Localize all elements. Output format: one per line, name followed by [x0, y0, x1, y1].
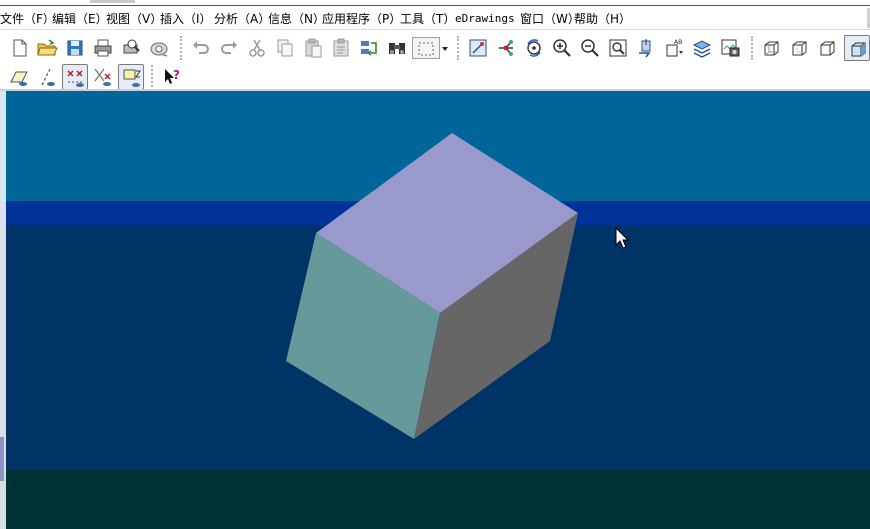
- send-mail-icon[interactable]: [148, 37, 170, 59]
- menu-insert[interactable]: 插入（I）: [160, 11, 212, 27]
- view-name-icon[interactable]: AB: [663, 37, 685, 59]
- plane-filter-icon[interactable]: [8, 66, 30, 88]
- point-filter-eye-icon[interactable]: [62, 64, 88, 90]
- viewport-ground: [0, 470, 870, 529]
- menu-edrawings[interactable]: eDrawings: [455, 11, 515, 27]
- zoom-in-icon[interactable]: [551, 37, 573, 59]
- title-ghost: [90, 0, 135, 3]
- standard-toolbar: AB: [0, 31, 870, 63]
- viewport-side-handle[interactable]: [0, 437, 4, 481]
- redo-icon[interactable]: [218, 37, 240, 59]
- copy-icon[interactable]: [274, 37, 296, 59]
- note-filter-icon[interactable]: [118, 64, 144, 90]
- hidden-lines-view-icon[interactable]: [788, 37, 810, 59]
- intersection-filter-icon[interactable]: [92, 66, 114, 88]
- select-box-icon[interactable]: [412, 37, 440, 59]
- toolbar-separator: [751, 36, 753, 60]
- whats-this-help-icon[interactable]: ?: [162, 66, 184, 88]
- undo-icon[interactable]: [190, 37, 212, 59]
- pan-view-icon[interactable]: [635, 37, 657, 59]
- print-icon[interactable]: [92, 37, 114, 59]
- menu-edit[interactable]: 编辑（E）: [52, 11, 108, 27]
- menu-file[interactable]: 文件（F）: [0, 11, 55, 27]
- menu-view[interactable]: 视图（V）: [106, 11, 162, 27]
- save-icon[interactable]: [64, 37, 86, 59]
- svg-text:?: ?: [173, 68, 180, 82]
- menu-window[interactable]: 窗口（W）: [520, 11, 580, 27]
- menu-application[interactable]: 应用程序（P）: [322, 11, 401, 27]
- shaded-view-icon[interactable]: [844, 35, 870, 61]
- axis-filter-icon[interactable]: [36, 66, 58, 88]
- layers-icon[interactable]: [691, 37, 713, 59]
- new-file-icon[interactable]: [9, 37, 31, 59]
- open-folder-icon[interactable]: [36, 37, 58, 59]
- zoom-window-icon[interactable]: [607, 37, 629, 59]
- menu-information[interactable]: 信息（N）: [268, 11, 325, 27]
- graphics-viewport[interactable]: [0, 91, 870, 529]
- selection-filter-toolbar: ?: [0, 63, 870, 90]
- dropdown-arrow-icon[interactable]: [440, 37, 450, 59]
- menu-help[interactable]: 帮助（H）: [574, 11, 631, 27]
- smart-select-icon[interactable]: [467, 37, 489, 59]
- svg-text:AB: AB: [674, 39, 682, 46]
- print-preview-icon[interactable]: [120, 37, 142, 59]
- cut-icon[interactable]: [246, 37, 268, 59]
- viewport-canvas: [0, 91, 870, 529]
- wireframe-view-icon[interactable]: [760, 37, 782, 59]
- paste-special-icon[interactable]: [330, 37, 352, 59]
- no-hidden-lines-view-icon[interactable]: [816, 37, 838, 59]
- menu-bar: 文件（F） 编辑（E） 视图（V） 插入（I） 分析（A） 信息（N） 应用程序…: [0, 6, 870, 30]
- point-filter-icon[interactable]: [495, 37, 517, 59]
- regenerate-icon[interactable]: [358, 37, 380, 59]
- menu-analysis[interactable]: 分析（A）: [214, 11, 270, 27]
- toolbar-separator: [180, 36, 182, 60]
- menu-tools[interactable]: 工具（T）: [400, 11, 455, 27]
- find-binoculars-icon[interactable]: [386, 37, 408, 59]
- paste-icon[interactable]: [302, 37, 324, 59]
- toolbar-separator: [457, 36, 459, 60]
- nx-application-window: 文件（F） 编辑（E） 视图（V） 插入（I） 分析（A） 信息（N） 应用程序…: [0, 0, 870, 529]
- toolbar-separator: [151, 65, 153, 87]
- snapshot-icon[interactable]: [719, 37, 741, 59]
- rotate-view-icon[interactable]: [523, 37, 545, 59]
- zoom-out-icon[interactable]: [579, 37, 601, 59]
